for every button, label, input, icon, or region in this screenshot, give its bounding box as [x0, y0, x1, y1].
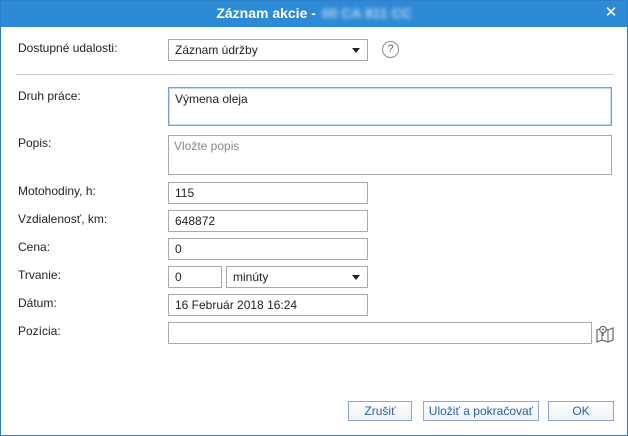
price-input[interactable]: [168, 238, 368, 260]
duration-unit-value: minúty: [233, 270, 269, 284]
work-type-label: Druh práce:: [18, 89, 81, 103]
engine-hours-input[interactable]: [168, 182, 368, 204]
save-and-continue-button[interactable]: Uložiť a pokračovať: [423, 401, 539, 421]
distance-input[interactable]: [168, 210, 368, 232]
description-textarea[interactable]: [168, 135, 612, 175]
event-record-dialog: Záznam akcie - 00 CA 811 CC ✕ Dostupné ud…: [0, 0, 628, 436]
date-label: Dátum:: [18, 296, 57, 310]
date-input[interactable]: [168, 294, 368, 316]
position-input[interactable]: [168, 322, 592, 344]
close-icon[interactable]: ✕: [603, 4, 619, 22]
help-circle-icon[interactable]: ?: [382, 41, 399, 58]
section-divider: [16, 74, 613, 75]
distance-label: Vzdialenosť, km:: [18, 212, 108, 226]
duration-label: Trvanie:: [18, 268, 61, 282]
map-marker-icon[interactable]: [595, 324, 615, 344]
ok-button[interactable]: OK: [548, 401, 614, 421]
vehicle-plate-blurred: 00 CA 811 CC: [321, 5, 412, 21]
description-label: Popis:: [18, 136, 52, 150]
engine-hours-label: Motohodiny, h:: [18, 184, 96, 198]
dialog-title: Záznam akcie - 00 CA 811 CC: [1, 5, 627, 21]
price-label: Cena:: [18, 240, 51, 254]
chevron-down-icon: [352, 48, 360, 53]
duration-input[interactable]: [168, 266, 222, 288]
chevron-down-icon: [352, 275, 360, 280]
work-type-input[interactable]: [168, 87, 612, 126]
available-events-label: Dostupné udalosti:: [18, 41, 118, 55]
duration-unit-select[interactable]: minúty: [226, 266, 368, 288]
cancel-button[interactable]: Zrušiť: [348, 401, 412, 421]
available-events-select[interactable]: Záznam údržby: [168, 39, 368, 61]
dialog-titlebar: Záznam akcie - 00 CA 811 CC ✕: [1, 1, 627, 27]
position-label: Pozícia:: [18, 324, 61, 338]
dialog-title-text: Záznam akcie -: [216, 5, 316, 21]
available-events-value: Záznam údržby: [175, 43, 258, 57]
